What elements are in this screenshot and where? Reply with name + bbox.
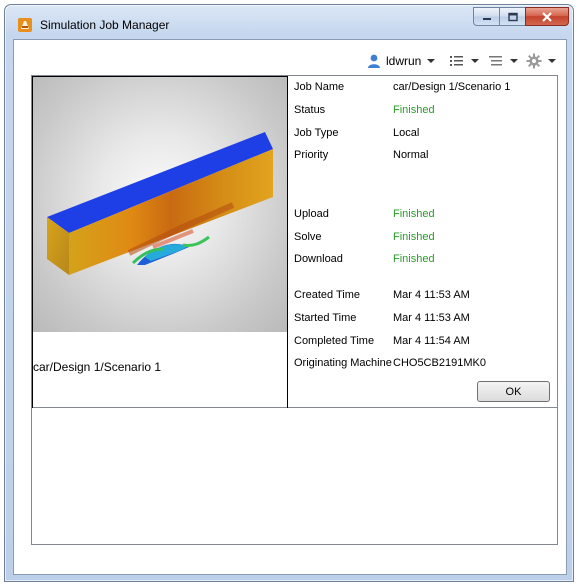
download-value: Finished — [393, 253, 435, 265]
user-menu[interactable]: ldwrun — [366, 50, 436, 72]
user-icon — [368, 54, 380, 68]
chevron-down-icon — [427, 59, 436, 63]
download-label: Download — [294, 253, 343, 265]
upload-label: Upload — [294, 208, 329, 220]
settings-menu[interactable] — [526, 50, 556, 72]
chevron-down-icon — [471, 59, 479, 63]
close-button[interactable] — [525, 7, 569, 26]
row-originating-machine: Originating Machine CHO5CB2191MK0 — [294, 357, 556, 371]
started-time-value: Mar 4 11:53 AM — [393, 312, 470, 324]
completed-time-label: Completed Time — [294, 335, 375, 347]
job-type-value: Local — [393, 127, 420, 139]
job-log-area — [31, 408, 558, 545]
priority-value: Normal — [393, 149, 429, 161]
job-type-label: Job Type — [294, 127, 339, 139]
beam-render — [47, 132, 273, 275]
ok-button[interactable]: OK — [477, 381, 550, 402]
row-upload: Upload Finished — [294, 208, 556, 222]
job-properties: Job Name car/Design 1/Scenario 1 Status … — [294, 76, 556, 409]
started-time-label: Started Time — [294, 312, 357, 324]
close-icon — [542, 11, 552, 22]
created-time-value: Mar 4 11:53 AM — [393, 289, 470, 301]
simulation-result-image — [33, 77, 287, 332]
app-icon — [18, 18, 32, 32]
row-priority: Priority Normal — [294, 149, 556, 163]
window: Simulation Job Manager ldwrun car/Design… — [4, 4, 574, 582]
row-completed-time: Completed Time Mar 4 11:54 AM — [294, 335, 556, 349]
row-solve: Solve Finished — [294, 231, 556, 245]
chevron-down-icon — [548, 59, 556, 63]
job-details-panel: car/Design 1/Scenario 1 Job Name car/Des… — [31, 75, 558, 409]
originating-machine-value: CHO5CB2191MK0 — [393, 357, 486, 369]
originating-machine-label: Originating Machine — [294, 357, 392, 369]
maximize-icon — [507, 12, 518, 21]
row-job-name: Job Name car/Design 1/Scenario 1 — [294, 81, 556, 95]
tree-view-menu[interactable] — [488, 50, 518, 72]
title-bar[interactable]: Simulation Job Manager — [5, 5, 573, 39]
status-label: Status — [294, 104, 326, 116]
job-name-label: Job Name — [294, 81, 345, 93]
minimize-icon — [482, 17, 491, 20]
tree-view-icon — [489, 56, 502, 66]
upload-value: Finished — [393, 208, 435, 220]
job-name-value: car/Design 1/Scenario 1 — [393, 81, 511, 93]
toolbar: ldwrun — [14, 50, 566, 72]
client-area: ldwrun car/Design 1/Scenario 1 Job Name … — [13, 39, 567, 575]
window-title: Simulation Job Manager — [40, 18, 170, 32]
priority-label: Priority — [294, 149, 329, 161]
minimize-button[interactable] — [473, 7, 499, 26]
status-value: Finished — [393, 104, 435, 116]
solve-value: Finished — [393, 231, 435, 243]
chevron-down-icon — [510, 59, 518, 63]
maximize-button[interactable] — [499, 7, 525, 26]
solve-label: Solve — [294, 231, 322, 243]
completed-time-value: Mar 4 11:54 AM — [393, 335, 470, 347]
row-job-type: Job Type Local — [294, 127, 556, 141]
row-created-time: Created Time Mar 4 11:53 AM — [294, 289, 556, 303]
preview-caption: car/Design 1/Scenario 1 — [33, 360, 162, 374]
row-started-time: Started Time Mar 4 11:53 AM — [294, 312, 556, 326]
row-status: Status Finished — [294, 104, 556, 118]
job-preview: car/Design 1/Scenario 1 — [32, 76, 288, 409]
created-time-label: Created Time — [294, 289, 361, 301]
list-view-icon — [450, 56, 463, 66]
caption-buttons — [473, 7, 569, 27]
user-label: ldwrun — [386, 54, 422, 68]
gear-icon — [526, 53, 542, 69]
list-view-menu[interactable] — [449, 50, 479, 72]
row-download: Download Finished — [294, 253, 556, 267]
